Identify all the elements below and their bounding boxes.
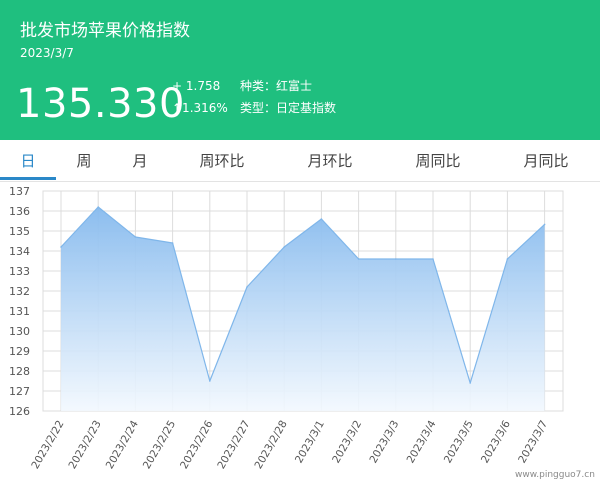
y-tick-label: 129: [9, 345, 30, 358]
x-tick-label: 2023/3/5: [442, 419, 476, 466]
data-point: [60, 246, 62, 248]
x-tick-label: 2023/3/4: [405, 418, 439, 465]
data-point: [432, 258, 434, 260]
data-point: [283, 246, 286, 248]
x-tick-label: 2023/3/2: [330, 419, 364, 466]
y-tick-label: 126: [9, 405, 30, 418]
y-tick-label: 131: [9, 305, 30, 318]
data-point: [171, 242, 174, 244]
y-tick-label: 130: [9, 325, 30, 338]
x-tick-label: 2023/3/6: [479, 418, 513, 465]
price-index-chart: 126 127 128 129 130 131 132 133 134 135 136 137 2023…: [9, 185, 564, 472]
y-tick-label: 136: [9, 205, 30, 218]
x-tick-label: 2023/3/7: [516, 419, 550, 466]
x-tick-label: 2023/3/3: [367, 419, 401, 466]
data-point: [134, 236, 137, 238]
y-tick-label: 135: [9, 225, 30, 238]
x-tick-label: 2023/2/25: [141, 419, 178, 472]
data-point: [395, 258, 397, 260]
data-point: [320, 218, 323, 220]
y-tick-label: 134: [9, 245, 30, 258]
data-point: [469, 382, 472, 384]
y-tick-label: 128: [9, 365, 30, 378]
x-tick-label: 2023/2/23: [66, 419, 103, 472]
data-point: [209, 380, 211, 382]
data-point: [357, 258, 360, 260]
x-tick-label: 2023/2/24: [104, 418, 141, 471]
x-tick-label: 2023/3/1: [293, 419, 327, 466]
y-tick-label: 127: [9, 385, 30, 398]
x-tick-label: 2023/2/26: [178, 418, 215, 471]
y-tick-label: 137: [9, 185, 30, 198]
y-tick-label: 132: [9, 285, 30, 298]
data-point: [246, 286, 248, 288]
area-fill: [61, 207, 545, 411]
data-point: [97, 206, 99, 208]
x-tick-label: 2023/2/28: [252, 419, 289, 472]
x-tick-label: 2023/2/22: [29, 419, 66, 472]
site-watermark: www.pingguo7.cn: [515, 470, 595, 480]
y-tick-label: 133: [9, 265, 30, 278]
data-point: [506, 258, 509, 260]
data-point: [543, 223, 546, 226]
x-tick-label: 2023/2/27: [215, 419, 252, 472]
